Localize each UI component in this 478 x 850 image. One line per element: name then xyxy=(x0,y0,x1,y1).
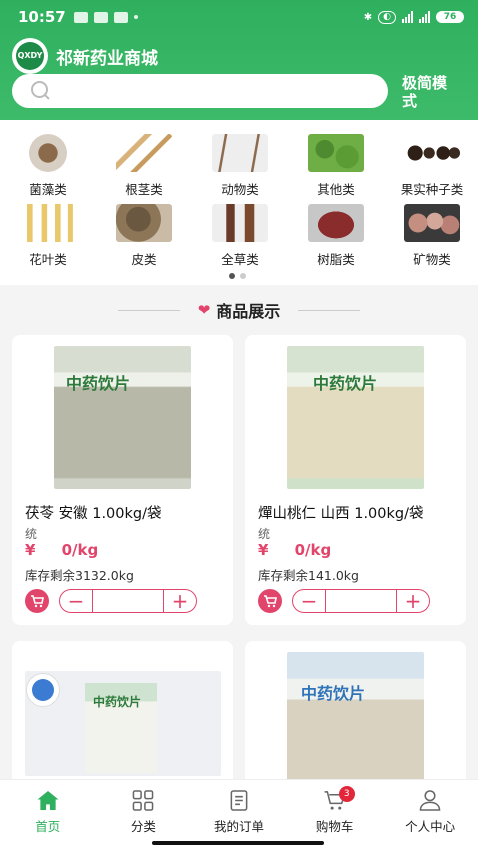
root-image xyxy=(116,134,172,172)
cart-badge: 3 xyxy=(338,786,355,802)
product-image: 中药饮片 xyxy=(287,346,424,489)
search-bar[interactable] xyxy=(12,74,388,108)
flower-image xyxy=(20,204,76,242)
heart-icon: ❤ xyxy=(197,301,211,319)
grid-icon xyxy=(133,790,154,811)
product-unit: 统 xyxy=(258,527,271,541)
increase-button[interactable]: + xyxy=(397,591,429,611)
category-item[interactable]: 根茎类 xyxy=(96,134,192,198)
whole-herb-image xyxy=(212,204,268,242)
pager-dot xyxy=(229,273,235,279)
user-icon xyxy=(419,790,441,811)
notification-icon xyxy=(113,11,128,23)
signal-icon xyxy=(419,11,430,23)
product-name: 茯苓 安徽 1.00kg/袋 xyxy=(25,506,162,522)
section-title: 商品展示 xyxy=(216,302,281,321)
status-time: 10:57 xyxy=(18,8,66,26)
status-bar: 10:57 ✱ ◐ 76 xyxy=(18,6,464,28)
app-title: 祁新药业商城 xyxy=(56,48,158,69)
product-stock: 库存剩余3132.0kg xyxy=(25,568,134,583)
app-logo: QXDY xyxy=(12,38,48,74)
bluetooth-icon: ✱ xyxy=(363,11,373,23)
product-name: 燀山桃仁 山西 1.00kg/袋 xyxy=(258,506,424,522)
quantity-stepper[interactable]: − + xyxy=(59,589,197,613)
battery-icon: 76 xyxy=(436,11,464,23)
product-card[interactable]: 中药饮片 燀山桃仁 山西 1.00kg/袋 统 ¥ 0/kg 库存剩余141.0… xyxy=(245,335,466,625)
resin-image xyxy=(308,204,364,242)
search-input[interactable] xyxy=(60,83,360,99)
product-stock: 库存剩余141.0kg xyxy=(258,568,359,583)
vibrate-icon: ◐ xyxy=(378,10,396,24)
product-image: 中药饮片 xyxy=(54,346,191,489)
add-to-cart-button[interactable] xyxy=(258,589,282,613)
category-item[interactable]: 树脂类 xyxy=(288,204,384,268)
cart-icon xyxy=(31,594,44,607)
nav-orders[interactable]: 我的订单 xyxy=(191,780,287,835)
category-pager xyxy=(229,273,246,279)
home-indicator[interactable] xyxy=(152,841,324,845)
fruit-image xyxy=(404,134,460,172)
more-dot-icon xyxy=(133,15,138,19)
antler-image xyxy=(212,134,268,172)
category-item[interactable]: 果实种子类 xyxy=(384,134,478,198)
order-icon xyxy=(230,790,248,811)
brand: QXDY 祁新药业商城 xyxy=(12,38,158,74)
product-card[interactable]: 中药饮片 xyxy=(12,641,233,791)
product-price: ¥ 0/kg xyxy=(258,541,332,559)
product-price: ¥ 0/kg xyxy=(25,541,99,559)
bottom-nav: 首页 分类 我的订单 3 购物车 个人中心 xyxy=(0,779,478,835)
mineral-image xyxy=(404,204,460,242)
category-item[interactable]: 其他类 xyxy=(288,134,384,198)
search-icon xyxy=(30,80,52,102)
section-header: ❤ 商品展示 xyxy=(0,296,478,324)
notification-icon xyxy=(73,11,88,23)
category-item[interactable]: 花叶类 xyxy=(0,204,96,268)
nav-home[interactable]: 首页 xyxy=(0,780,96,835)
cart-icon xyxy=(264,594,277,607)
quantity-input[interactable] xyxy=(325,590,397,612)
product-unit: 统 xyxy=(25,527,38,541)
divider xyxy=(117,309,180,311)
decrease-button[interactable]: − xyxy=(60,591,92,611)
category-item[interactable]: 矿物类 xyxy=(384,204,478,268)
category-item[interactable]: 皮类 xyxy=(96,204,192,268)
category-item[interactable]: 菌藻类 xyxy=(0,134,96,198)
add-to-cart-button[interactable] xyxy=(25,589,49,613)
nav-profile[interactable]: 个人中心 xyxy=(382,780,478,835)
product-card[interactable]: 中药饮片 茯苓 安徽 1.00kg/袋 统 ¥ 0/kg 库存剩余3132.0k… xyxy=(12,335,233,625)
home-icon xyxy=(37,790,59,811)
herb-image xyxy=(308,134,364,172)
category-item[interactable]: 动物类 xyxy=(192,134,288,198)
decrease-button[interactable]: − xyxy=(293,591,325,611)
pager-dot xyxy=(240,273,246,279)
app-header: 10:57 ✱ ◐ 76 QXDY 祁新药业商城 极简模式 xyxy=(0,0,478,120)
customer-service-icon[interactable] xyxy=(26,673,60,707)
notification-icon xyxy=(93,11,108,23)
fungus-image xyxy=(29,134,67,172)
category-item[interactable]: 全草类 xyxy=(192,204,288,268)
nav-category[interactable]: 分类 xyxy=(96,780,192,835)
nav-cart[interactable]: 3 购物车 xyxy=(287,780,383,835)
bark-image xyxy=(116,204,172,242)
increase-button[interactable]: + xyxy=(164,591,196,611)
simple-mode-button[interactable]: 极简模式 xyxy=(402,74,454,110)
divider xyxy=(298,309,361,311)
product-image: 中药饮片 xyxy=(287,652,424,782)
category-grid: 菌藻类 根茎类 动物类 其他类 果实种子类 花叶类 皮类 全草类 树脂类 矿物类 xyxy=(0,120,478,285)
quantity-stepper[interactable]: − + xyxy=(292,589,430,613)
product-card[interactable]: 中药饮片 xyxy=(245,641,466,791)
signal-icon xyxy=(402,11,413,23)
quantity-input[interactable] xyxy=(92,590,164,612)
